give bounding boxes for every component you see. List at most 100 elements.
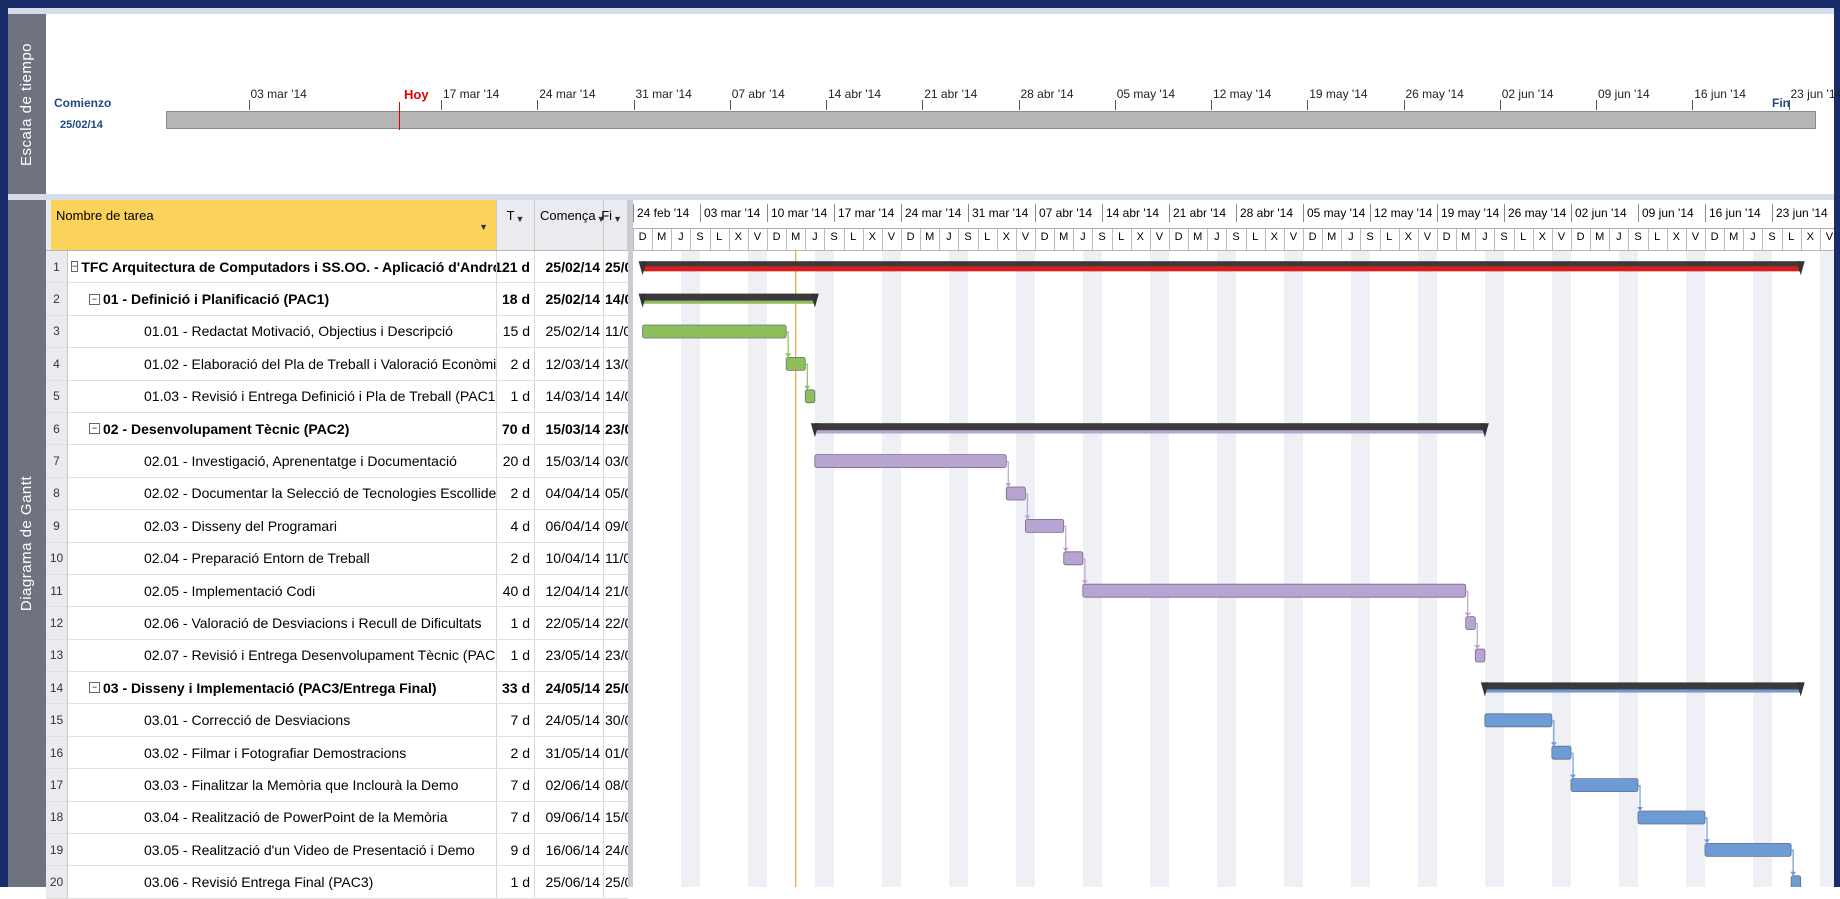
collapse-icon[interactable]: −	[89, 294, 100, 305]
table-row[interactable]: 1302.07 - Revisió i Entrega Desenvolupam…	[46, 640, 628, 672]
task-start-text: 25/02/14	[546, 259, 601, 275]
task-bar[interactable]	[1083, 584, 1466, 597]
task-bar[interactable]	[1791, 876, 1801, 887]
timeline-tick	[1307, 100, 1308, 110]
table-row[interactable]: 702.01 - Investigació, Aprenentatge i Do…	[46, 445, 628, 477]
task-table[interactable]: Nombre de tarea ▼ T ▼ Comença ▼ Fi ▼ 1−T…	[46, 200, 628, 887]
task-name-text: 03.06 - Revisió Entrega Final (PAC3)	[144, 874, 373, 890]
day-separator	[1322, 229, 1323, 250]
table-row[interactable]: 1503.01 - Correcció de Desviacions7 d24/…	[46, 704, 628, 736]
filter-dropdown-icon[interactable]: ▼	[479, 222, 488, 232]
task-start: 15/03/14	[535, 445, 604, 476]
window-top-border	[0, 0, 1840, 8]
day-letter: X	[999, 231, 1013, 243]
timeline-view[interactable]: Comienzo 25/02/14 Fin 25/06/14 Hoy 03 ma…	[46, 14, 1834, 194]
task-bar[interactable]	[1485, 714, 1552, 727]
timeline-date-7: 28 abr '14	[1021, 87, 1074, 101]
task-bar[interactable]	[1638, 811, 1705, 824]
day-letter: D	[1306, 231, 1320, 243]
day-letter: J	[942, 231, 956, 243]
timeline-tick	[826, 100, 827, 110]
week-label: 24 feb '14	[637, 206, 689, 220]
table-row[interactable]: 2003.06 - Revisió Entrega Final (PAC3)1 …	[46, 866, 628, 898]
table-row[interactable]: 902.03 - Disseny del Programari4 d06/04/…	[46, 510, 628, 542]
day-letter: L	[1784, 231, 1798, 243]
task-end-text: 08/06/14	[605, 777, 628, 793]
task-bar[interactable]	[1025, 519, 1063, 532]
task-bar[interactable]	[1552, 746, 1571, 759]
table-row[interactable]: 1002.04 - Preparació Entorn de Treball2 …	[46, 543, 628, 575]
task-bar[interactable]	[815, 455, 1006, 468]
table-row[interactable]: 1703.03 - Finalitzar la Memòria que Incl…	[46, 769, 628, 801]
column-header-start[interactable]: Comença ▼	[535, 200, 604, 250]
task-bar[interactable]	[786, 357, 805, 370]
row-number-text: 9	[53, 519, 60, 533]
day-letter: V	[884, 231, 898, 243]
timeline-date-15: 23 jun '14	[1791, 87, 1840, 101]
task-bar[interactable]	[1466, 617, 1476, 630]
task-bar[interactable]	[1006, 487, 1025, 500]
dependency-arrow	[1637, 807, 1643, 811]
collapse-icon[interactable]: −	[89, 423, 100, 434]
filter-dropdown-icon[interactable]: ▼	[613, 214, 622, 224]
row-number-text: 15	[50, 713, 63, 727]
chart-body[interactable]	[633, 251, 1834, 887]
day-separator	[920, 229, 921, 250]
column-end-label: Fi	[601, 208, 612, 223]
table-row[interactable]: 1903.05 - Realització d'un Video de Pres…	[46, 834, 628, 866]
table-row[interactable]: 1−TFC Arquitectura de Computadors i SS.O…	[46, 251, 628, 283]
task-end-text: 21/05/14	[605, 583, 628, 599]
task-start: 04/04/14	[535, 478, 604, 509]
filter-dropdown-icon[interactable]: ▼	[516, 214, 525, 224]
row-number-text: 6	[53, 422, 60, 436]
task-name-text: 03.02 - Filmar i Fotografiar Demostracio…	[144, 745, 406, 761]
task-end-text: 23/05/14	[605, 421, 628, 437]
day-separator	[1705, 229, 1706, 250]
column-header-duration[interactable]: T ▼	[497, 200, 535, 250]
table-row[interactable]: 301.01 - Redactat Motivació, Objectius i…	[46, 316, 628, 348]
day-separator	[652, 229, 653, 250]
timeline-tick	[1115, 100, 1116, 110]
gantt-chart[interactable]: DMJSLXVDMJSLXVDMJSLXVDMJSLXVDMJSLXVDMJSL…	[633, 200, 1834, 887]
table-row[interactable]: 1202.06 - Valoració de Desviacions i Rec…	[46, 607, 628, 639]
week-label: 14 abr '14	[1106, 206, 1159, 220]
task-bar[interactable]	[1475, 649, 1485, 662]
table-row[interactable]: 14−03 - Disseny i Implementació (PAC3/En…	[46, 672, 628, 704]
phase-progress-bar	[1485, 689, 1801, 692]
table-row[interactable]: 1102.05 - Implementació Codi40 d12/04/14…	[46, 575, 628, 607]
day-separator	[1016, 229, 1017, 250]
task-name: 03.06 - Revisió Entrega Final (PAC3)	[69, 866, 497, 897]
table-row[interactable]: 16 03.02 - Filmar i Fotografiar Demostrac…	[46, 737, 628, 769]
table-row[interactable]: 401.02 - Elaboració del Pla de Treball i…	[46, 348, 628, 380]
day-letter: J	[674, 231, 688, 243]
task-end: 05/04/14	[604, 478, 628, 509]
task-start-text: 12/03/14	[546, 356, 601, 372]
task-end-text: 25/06/14	[605, 874, 628, 890]
task-end-text: 03/04/14	[605, 453, 628, 469]
task-start: 22/05/14	[535, 607, 604, 638]
table-row[interactable]: 802.02 - Documentar la Selecció de Tecno…	[46, 478, 628, 510]
task-bar[interactable]	[1064, 552, 1083, 565]
task-bar[interactable]	[1705, 843, 1791, 856]
timeline-bar[interactable]	[166, 111, 1816, 129]
collapse-icon[interactable]: −	[89, 682, 100, 693]
task-start: 10/04/14	[535, 543, 604, 574]
column-header-end[interactable]: Fi ▼	[604, 200, 628, 250]
row-number-text: 11	[50, 584, 62, 598]
table-row[interactable]: 6−02 - Desenvolupament Tècnic (PAC2)70 d…	[46, 413, 628, 445]
row-number: 6	[46, 413, 68, 444]
task-name: 01.01 - Redactat Motivació, Objectius i …	[69, 316, 497, 347]
task-bar[interactable]	[643, 325, 787, 338]
table-row[interactable]: 501.03 - Revisió i Entrega Definició i P…	[46, 381, 628, 413]
table-row[interactable]: 1803.04 - Realització de PowerPoint de l…	[46, 802, 628, 834]
table-row[interactable]: 2−01 - Definició i Planificació (PAC1)18…	[46, 283, 628, 315]
collapse-icon[interactable]: −	[71, 261, 78, 272]
week-separator	[1437, 204, 1438, 222]
day-letter: X	[1267, 231, 1281, 243]
column-header-name[interactable]: Nombre de tarea ▼	[51, 200, 497, 250]
day-letter: X	[1535, 231, 1549, 243]
task-bar[interactable]	[805, 390, 815, 403]
dependency-arrow	[1790, 872, 1796, 876]
row-number: 16	[46, 737, 68, 768]
task-bar[interactable]	[1571, 779, 1638, 792]
